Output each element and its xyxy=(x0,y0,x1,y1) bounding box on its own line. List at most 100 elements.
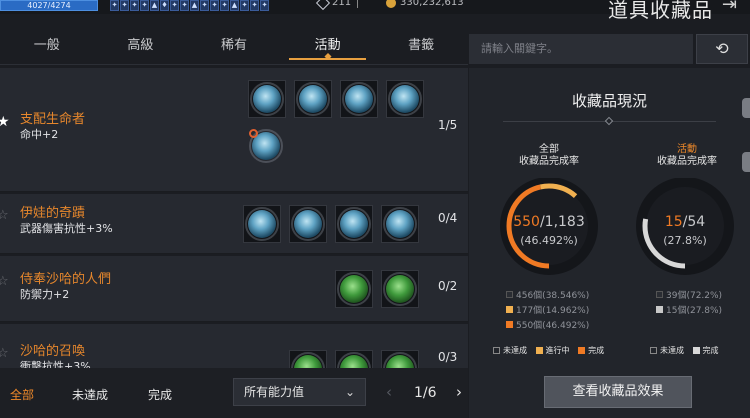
collection-name: 伊娃的奇蹟 xyxy=(20,206,86,221)
chevron-down-icon: ⌄ xyxy=(344,385,355,399)
tab-label: 書籤 xyxy=(408,38,435,53)
hp-bar: 4027/4274 xyxy=(0,0,98,11)
crystal-icon xyxy=(315,0,331,10)
item-frame xyxy=(337,272,371,306)
tab-4[interactable]: 書籤 xyxy=(374,34,468,60)
event-completed: 15 xyxy=(665,214,683,230)
collection-item-slot[interactable] xyxy=(294,80,332,118)
registered-badge-icon xyxy=(249,129,258,138)
buff-icon: ♦ xyxy=(160,0,169,11)
next-page-icon[interactable]: › xyxy=(456,383,462,401)
total-count: 1,183 xyxy=(545,214,585,230)
total-completed: 550 xyxy=(513,214,540,230)
item-frame xyxy=(337,352,371,368)
item-frame xyxy=(337,207,371,241)
buff-icon: ✦ xyxy=(130,0,139,11)
buff-icon: ✦ xyxy=(110,0,119,11)
tab-3[interactable]: 活動 xyxy=(281,34,375,61)
item-frame xyxy=(291,207,325,241)
total-label-top: 全部 xyxy=(539,144,559,155)
collection-progress: 0/3 xyxy=(438,350,458,364)
collection-progress: 0/2 xyxy=(438,279,458,293)
collection-item-slot[interactable] xyxy=(243,205,281,243)
buff-icon: ✦ xyxy=(170,0,179,11)
collection-name: 沙哈的召喚 xyxy=(20,344,86,359)
item-frame xyxy=(383,272,417,306)
refresh-icon[interactable]: ⟲ xyxy=(696,34,748,64)
collection-item-slot[interactable] xyxy=(386,80,424,118)
item-frame xyxy=(291,352,325,368)
collection-name: 支配生命者 xyxy=(20,112,86,127)
crystal-amount: 211 xyxy=(332,0,352,8)
filter-complete[interactable]: 完成 xyxy=(148,386,172,403)
view-effects-button[interactable]: 查看收藏品效果 xyxy=(544,376,692,408)
event-keys: 未達成 完成 xyxy=(650,345,719,356)
buff-icon: ✦ xyxy=(220,0,229,11)
tab-label: 稀有 xyxy=(220,38,247,53)
gold-coin-icon xyxy=(386,0,396,8)
collection-item-slot[interactable] xyxy=(340,80,378,118)
completion-rings: 550/1,183 (46.492%) 15/54 (27.8%) xyxy=(500,178,734,275)
tab-divider xyxy=(0,64,468,65)
collection-progress: 0/4 xyxy=(438,211,458,225)
event-percent: (27.8%) xyxy=(663,234,707,247)
collection-item-slot[interactable] xyxy=(381,350,419,368)
search-input[interactable]: 請輸入關鍵字。 xyxy=(469,34,693,64)
side-handle[interactable] xyxy=(742,98,750,118)
legend-in-progress: 177個(14.962%) xyxy=(506,304,589,319)
tab-1[interactable]: 高級 xyxy=(94,34,188,60)
collection-screen: 4027/4274 ✦ ✦ ✦ ✦ ▲ ♦ ✦ ✦ ▲ ✦ ✦ ✦ ▲ ✦ ✦ ✦ 211 330,232,6… xyxy=(0,0,750,418)
tab-label: 高級 xyxy=(127,38,154,53)
bookmark-star-icon[interactable]: ★ xyxy=(0,114,10,130)
collection-item-slot[interactable] xyxy=(381,270,419,308)
buff-icon: ▲ xyxy=(190,0,199,11)
collection-item-slot[interactable] xyxy=(248,80,286,118)
total-keys: 未達成 進行中 完成 xyxy=(493,345,604,356)
side-handle-2[interactable] xyxy=(742,152,750,172)
collection-row[interactable]: ☆ 伊娃的奇蹟 武器傷害抗性+3% 0/4 xyxy=(0,194,468,254)
filter-incomplete[interactable]: 未達成 xyxy=(72,386,108,403)
item-frame xyxy=(383,352,417,368)
collection-item-slot[interactable] xyxy=(335,205,373,243)
tab-0[interactable]: 一般 xyxy=(0,34,94,60)
collection-row[interactable]: ★ 支配生命者 命中+2 1/5 xyxy=(0,68,468,192)
prev-page-icon[interactable]: ‹ xyxy=(386,383,392,401)
tab-label: 活動 xyxy=(314,38,341,53)
tab-label: 一般 xyxy=(33,38,60,53)
collection-item-slot[interactable] xyxy=(335,270,373,308)
buff-icon: ✦ xyxy=(240,0,249,11)
category-tabs: 一般 高級 稀有 活動 書籤 xyxy=(0,34,468,61)
event-label: 活動 收藏品完成率 xyxy=(637,144,737,168)
collection-item-slot[interactable] xyxy=(248,128,286,166)
tab-2[interactable]: 稀有 xyxy=(187,34,281,60)
collection-row[interactable]: ☆ 侍奉沙哈的人們 防禦力+2 0/2 xyxy=(0,256,468,322)
page-indicator: 1/6 xyxy=(414,385,437,401)
item-frame xyxy=(388,82,422,116)
collection-stat: 武器傷害抗性+3% xyxy=(20,222,113,235)
collection-stat: 命中+2 xyxy=(20,128,59,141)
total-label-bottom: 收藏品完成率 xyxy=(519,156,579,167)
legend-incomplete: 456個(38.546%) xyxy=(506,289,589,304)
buff-icon: ✦ xyxy=(140,0,149,11)
filter-all[interactable]: 全部 xyxy=(10,386,34,403)
ability-select[interactable]: 所有能力值 ⌄ xyxy=(233,378,366,406)
exit-icon[interactable]: ⇥ xyxy=(722,0,737,15)
gold-amount: 330,232,613 xyxy=(400,0,464,8)
buff-icon: ✦ xyxy=(200,0,209,11)
collection-item-slot[interactable] xyxy=(289,350,327,368)
bookmark-star-icon[interactable]: ☆ xyxy=(0,208,9,223)
bookmark-star-icon[interactable]: ☆ xyxy=(0,346,9,361)
crystal-plus-icon[interactable] xyxy=(357,0,363,8)
item-frame xyxy=(383,207,417,241)
total-label: 全部 收藏品完成率 xyxy=(499,144,599,168)
crystal-counter: 211 xyxy=(315,0,363,10)
total-percent: (46.492%) xyxy=(520,234,578,247)
bookmark-star-icon[interactable]: ☆ xyxy=(0,274,9,289)
summary-title: 收藏品現況 xyxy=(571,92,647,110)
collection-item-slot[interactable] xyxy=(289,205,327,243)
buff-icon: ✦ xyxy=(180,0,189,11)
collection-item-slot[interactable] xyxy=(381,205,419,243)
collection-row[interactable]: ☆ 沙哈的召喚 衝擊抗性+3% 0/3 xyxy=(0,324,468,368)
collection-item-slot[interactable] xyxy=(335,350,373,368)
event-legend-complete: 15個(27.8%) xyxy=(656,304,722,319)
